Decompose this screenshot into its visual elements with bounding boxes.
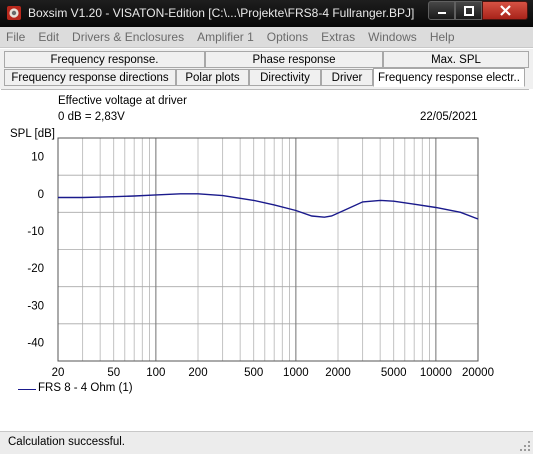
menu-help[interactable]: Help	[430, 30, 455, 44]
boxsim-window: Boxsim V1.20 - VISATON-Edition [C:\...\P…	[0, 0, 533, 454]
y-tick-label: -30	[27, 300, 44, 312]
tab-phase-response[interactable]: Phase response	[205, 51, 383, 68]
y-tick-label: 10	[31, 152, 44, 164]
x-tick-label: 50	[107, 367, 120, 379]
resize-grip-icon[interactable]	[519, 440, 531, 452]
x-tick-label: 20000	[462, 367, 494, 379]
menu-windows[interactable]: Windows	[368, 30, 417, 44]
menu-bar: File Edit Drivers & Enclosures Amplifier…	[0, 27, 533, 48]
menu-options[interactable]: Options	[267, 30, 308, 44]
status-bar: Calculation successful.	[0, 431, 533, 454]
y-tick-label: -10	[27, 226, 44, 238]
menu-amplifier[interactable]: Amplifier 1	[197, 30, 254, 44]
maximize-icon	[463, 5, 474, 16]
x-tick-label: 2000	[325, 367, 351, 379]
y-axis-label: SPL [dB]	[10, 128, 55, 140]
maximize-button[interactable]	[455, 1, 482, 20]
menu-drivers-enclosures[interactable]: Drivers & Enclosures	[72, 30, 184, 44]
tab-strip: Frequency response. Phase response Max. …	[0, 49, 533, 89]
app-icon[interactable]	[6, 5, 22, 21]
tab-directivity[interactable]: Directivity	[249, 69, 321, 86]
tab-driver[interactable]: Driver	[321, 69, 373, 86]
x-tick-label: 5000	[381, 367, 407, 379]
legend-entry: FRS 8 - 4 Ohm (1)	[38, 382, 133, 394]
menu-file[interactable]: File	[6, 30, 25, 44]
tab-frequency-response[interactable]: Frequency response.	[4, 51, 205, 68]
series-line	[58, 193, 479, 220]
x-tick-label: 10000	[420, 367, 452, 379]
close-icon	[499, 5, 511, 16]
y-tick-label: 0	[38, 189, 44, 201]
minimize-icon	[437, 11, 446, 14]
menu-edit[interactable]: Edit	[38, 30, 59, 44]
x-tick-label: 200	[188, 367, 207, 379]
frequency-response-chart: 100-10-20-30-40 20 50 100 200 500 1000 2000 500…	[10, 128, 494, 379]
tab-frequency-response-electrical[interactable]: Frequency response electr..	[373, 68, 525, 87]
legend-swatch	[18, 389, 36, 390]
minimize-button[interactable]	[428, 1, 455, 20]
tab-frequency-response-directions[interactable]: Frequency response directions	[4, 69, 176, 86]
tab-max-spl[interactable]: Max. SPL	[383, 51, 529, 68]
title-bar[interactable]: Boxsim V1.20 - VISATON-Edition [C:\...\P…	[0, 0, 533, 27]
tab-polar-plots[interactable]: Polar plots	[176, 69, 249, 86]
status-text: Calculation successful.	[8, 436, 125, 448]
x-tick-label: 20	[52, 367, 65, 379]
x-tick-label: 100	[146, 367, 165, 379]
x-tick-label: 500	[244, 367, 263, 379]
menu-extras[interactable]: Extras	[321, 30, 355, 44]
y-tick-label: -20	[27, 263, 44, 275]
window-title: Boxsim V1.20 - VISATON-Edition [C:\...\P…	[28, 6, 415, 20]
x-tick-label: 1000	[283, 367, 309, 379]
close-button[interactable]	[482, 1, 528, 20]
y-tick-label: -40	[27, 337, 44, 349]
